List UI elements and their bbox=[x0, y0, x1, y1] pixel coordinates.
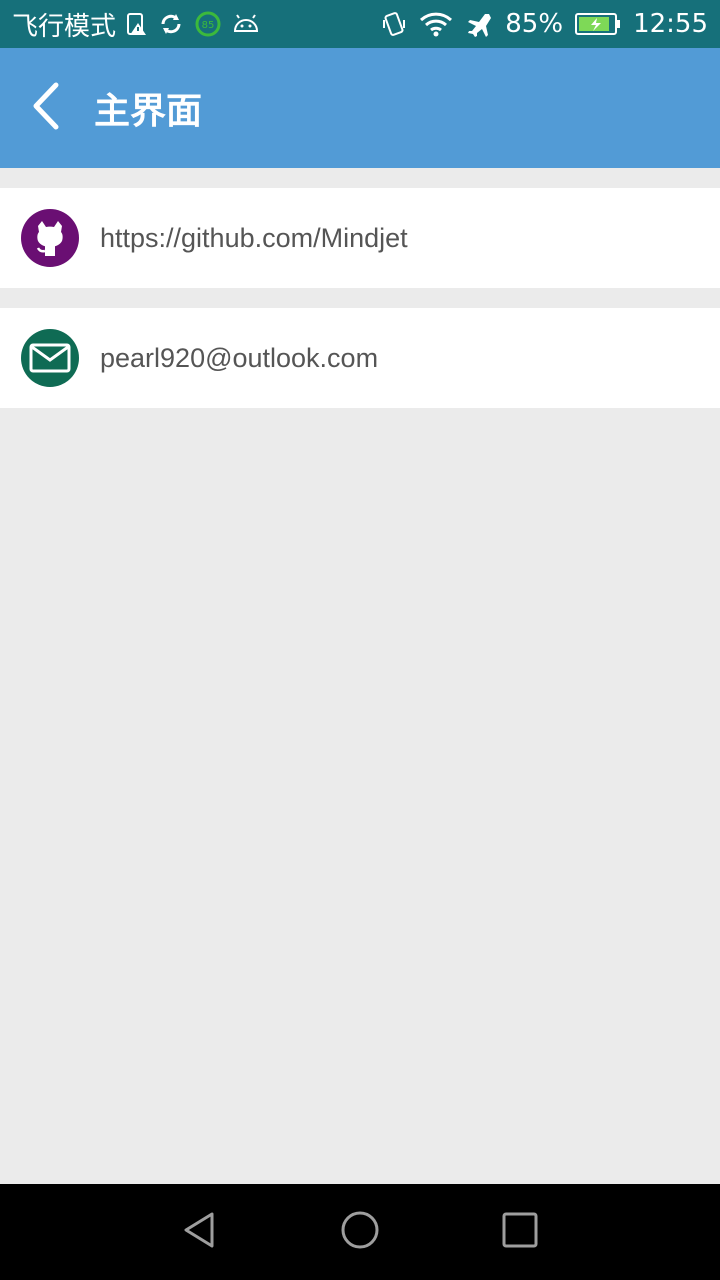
sim-warning-icon bbox=[126, 11, 148, 37]
sync-icon bbox=[158, 11, 184, 37]
nav-bar bbox=[0, 1184, 720, 1280]
page-title: 主界面 bbox=[94, 91, 203, 132]
airplane-icon bbox=[465, 10, 493, 38]
back-triangle-icon bbox=[180, 1210, 220, 1254]
battery-charging-icon bbox=[575, 12, 621, 36]
status-bar: 飞行模式 85 85% 12:55 bbox=[0, 0, 720, 48]
airplane-mode-label: 飞行模式 bbox=[12, 11, 117, 42]
github-link[interactable]: https://github.com/Mindjet bbox=[100, 223, 408, 254]
back-button[interactable] bbox=[0, 48, 90, 168]
battery-percent: 85% bbox=[505, 9, 564, 39]
mail-icon bbox=[21, 329, 79, 387]
nav-recents-button[interactable] bbox=[440, 1184, 600, 1280]
app-bar: 主界面 bbox=[0, 48, 720, 168]
chevron-left-icon bbox=[28, 81, 62, 135]
android-icon bbox=[232, 13, 260, 35]
vibrate-icon bbox=[381, 10, 407, 38]
clock: 12:55 bbox=[633, 9, 708, 39]
home-circle-icon bbox=[340, 1210, 380, 1254]
wifi-icon bbox=[419, 11, 453, 37]
recents-square-icon bbox=[500, 1210, 540, 1254]
email-link[interactable]: pearl920@outlook.com bbox=[100, 343, 378, 374]
list-item-email[interactable]: pearl920@outlook.com bbox=[0, 308, 720, 408]
nav-home-button[interactable] bbox=[280, 1184, 440, 1280]
svg-text:85: 85 bbox=[202, 20, 215, 31]
battery-85-icon: 85 bbox=[194, 10, 222, 38]
nav-back-button[interactable] bbox=[120, 1184, 280, 1280]
github-icon bbox=[21, 209, 79, 267]
list-item-github[interactable]: https://github.com/Mindjet bbox=[0, 188, 720, 288]
status-bar-right: 85% 12:55 bbox=[381, 9, 708, 39]
contact-list: https://github.com/Mindjet pearl920@outl… bbox=[0, 168, 720, 408]
status-bar-left: 飞行模式 85 bbox=[12, 6, 260, 43]
